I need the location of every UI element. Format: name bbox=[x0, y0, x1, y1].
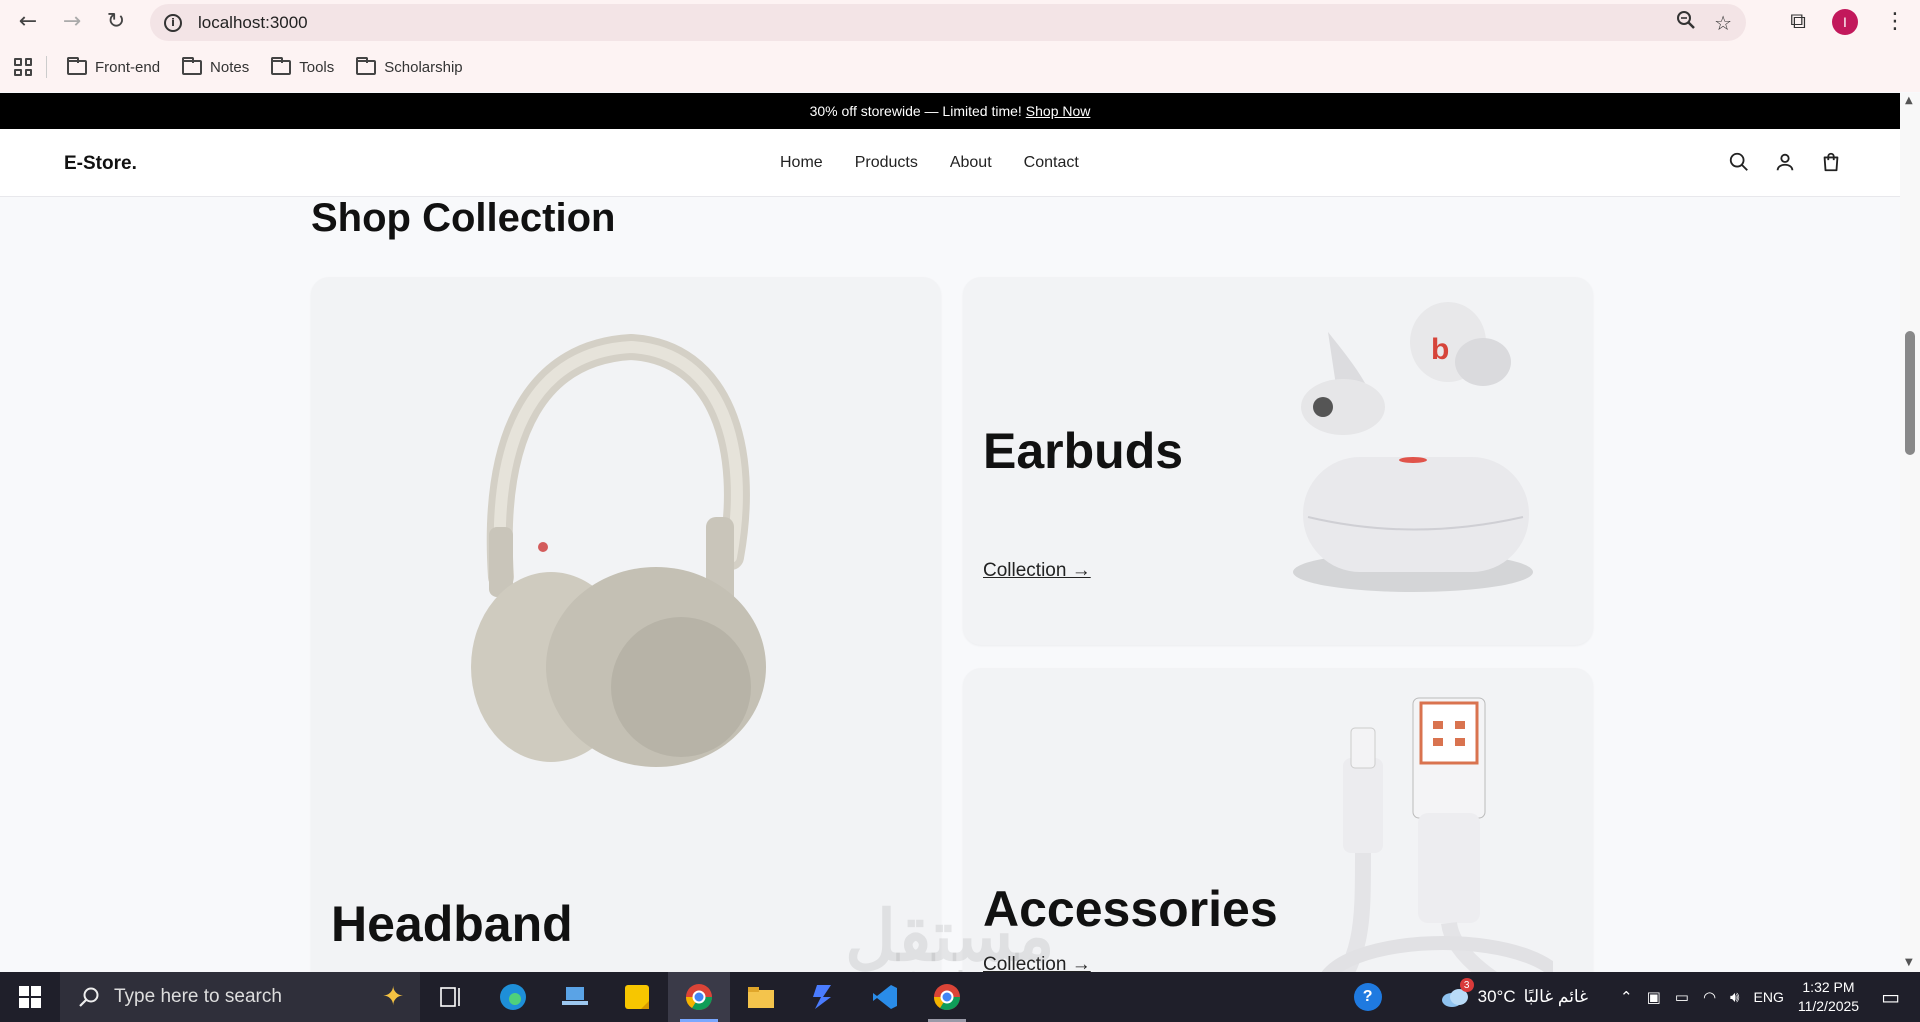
file-explorer-icon[interactable] bbox=[730, 972, 792, 1022]
bookmarks-bar: Front-end Notes Tools Scholarship bbox=[0, 50, 485, 84]
language-indicator[interactable]: ENG bbox=[1754, 989, 1784, 1005]
taskbar-search-placeholder: Type here to search bbox=[114, 986, 282, 1007]
earbuds-image: b bbox=[1293, 302, 1533, 592]
help-icon[interactable]: ? bbox=[1353, 983, 1382, 1011]
bookmark-folder[interactable]: Notes bbox=[182, 56, 250, 76]
edge-icon[interactable] bbox=[482, 972, 544, 1022]
wifi-icon[interactable]: ◠ bbox=[1703, 988, 1716, 1006]
search-icon bbox=[79, 987, 99, 1007]
bookmark-folder[interactable]: Tools bbox=[271, 56, 335, 76]
promo-text: 30% off storewide — Limited time! bbox=[809, 103, 1022, 119]
nav-home[interactable]: Home bbox=[780, 154, 823, 172]
collection-card-accessories[interactable]: Accessories Collection → bbox=[963, 668, 1593, 998]
bookmark-label: Tools bbox=[299, 58, 335, 76]
extensions-icon[interactable]: ⧉ bbox=[1790, 9, 1806, 34]
search-icon[interactable] bbox=[1728, 151, 1750, 173]
cable-image bbox=[1316, 697, 1553, 998]
chrome-profile-icon[interactable] bbox=[916, 972, 978, 1022]
collection-title: Earbuds bbox=[983, 423, 1184, 479]
site-header: E-Store. Home Products About Contact bbox=[0, 129, 1900, 197]
folder-icon bbox=[182, 56, 203, 75]
store-logo[interactable]: E-Store. bbox=[64, 153, 137, 175]
bookmark-folder[interactable]: Scholarship bbox=[356, 56, 463, 76]
bookmark-label: Scholarship bbox=[384, 58, 463, 76]
site-info-icon[interactable]: i bbox=[164, 13, 182, 32]
bookmark-folder[interactable]: Front-end bbox=[67, 56, 161, 76]
chevron-up-icon[interactable]: ⌃ bbox=[1620, 988, 1633, 1006]
weather-badge: 3 bbox=[1459, 978, 1474, 992]
svg-text:b: b bbox=[1431, 333, 1449, 366]
user-icon[interactable] bbox=[1774, 151, 1796, 173]
nav-contact[interactable]: Contact bbox=[1024, 154, 1079, 172]
vscode-icon[interactable] bbox=[854, 972, 916, 1022]
meet-now-icon[interactable]: ▣ bbox=[1647, 988, 1661, 1006]
reload-button[interactable]: ↻ bbox=[94, 0, 138, 43]
back-button[interactable]: ← bbox=[6, 0, 50, 43]
scroll-thumb[interactable] bbox=[1905, 331, 1915, 455]
apps-grid-icon[interactable] bbox=[14, 58, 32, 76]
collection-card-earbuds[interactable]: Earbuds Collection → b bbox=[963, 277, 1593, 645]
bookmark-star-icon[interactable]: ☆ bbox=[1714, 11, 1732, 35]
clock-date: 11/2/2025 bbox=[1797, 998, 1860, 1014]
weather-widget[interactable]: 3 30°C غائم غالبًا bbox=[1440, 978, 1588, 1008]
app-laptop-icon[interactable] bbox=[544, 972, 606, 1022]
page-scrollbar[interactable]: ▲ ▼ bbox=[1900, 93, 1920, 972]
folder-icon bbox=[67, 56, 87, 75]
main-nav: Home Products About Contact bbox=[780, 154, 1079, 172]
header-actions bbox=[1728, 151, 1842, 173]
collection-card-headband[interactable]: Headband bbox=[311, 277, 941, 997]
section-title: Shop Collection bbox=[311, 196, 616, 240]
weather-desc: غائم غالبًا bbox=[1523, 987, 1588, 1006]
browser-chrome: ← → ↻ i localhost:3000 ☆ ⧉ I ⋮ Front-end… bbox=[0, 0, 1920, 92]
nav-about[interactable]: About bbox=[950, 154, 992, 172]
battery-icon[interactable]: ▭ bbox=[1675, 988, 1689, 1006]
notification-icon[interactable]: ▭ bbox=[1881, 985, 1900, 1009]
cart-icon[interactable] bbox=[1820, 151, 1842, 173]
nav-products[interactable]: Products bbox=[855, 154, 918, 172]
start-button[interactable] bbox=[0, 972, 60, 1022]
address-bar[interactable]: i localhost:3000 ☆ bbox=[150, 4, 1746, 41]
folder-icon bbox=[271, 56, 292, 75]
weather-temp: 30°C bbox=[1477, 987, 1516, 1006]
power-automate-icon[interactable] bbox=[792, 972, 854, 1022]
windows-logo-icon bbox=[19, 986, 41, 1008]
bookmark-label: Front-end bbox=[95, 58, 161, 76]
bookmarks-separator bbox=[46, 56, 47, 78]
windows-taskbar: Type here to search ✦ ? 3 30°C غائم غالب… bbox=[0, 972, 1920, 1022]
volume-icon[interactable]: 🔊︎ bbox=[1730, 988, 1739, 1006]
chrome-icon[interactable] bbox=[668, 972, 730, 1022]
bookmark-label: Notes bbox=[210, 58, 250, 76]
menu-kebab-icon[interactable]: ⋮ bbox=[1884, 9, 1906, 34]
clock[interactable]: 1:32 PM 11/2/2025 bbox=[1798, 978, 1859, 1016]
scroll-up-arrow-icon[interactable]: ▲ bbox=[1905, 95, 1913, 106]
taskbar-search[interactable]: Type here to search ✦ bbox=[60, 972, 420, 1022]
headphones-image bbox=[471, 333, 766, 767]
sticky-notes-icon[interactable] bbox=[606, 972, 668, 1022]
collection-link[interactable]: Collection → bbox=[983, 560, 1091, 582]
zoom-icon[interactable] bbox=[1676, 10, 1696, 35]
shop-now-link[interactable]: Shop Now bbox=[1026, 103, 1091, 119]
folder-icon bbox=[356, 56, 377, 75]
task-view-icon[interactable] bbox=[420, 972, 482, 1022]
collection-title: Headband bbox=[331, 896, 573, 952]
forward-button[interactable]: → bbox=[50, 0, 94, 43]
scroll-down-arrow-icon[interactable]: ▼ bbox=[1905, 957, 1913, 968]
system-tray: ? 3 30°C غائم غالبًا ⌃ ▣ ▭ ◠ 🔊︎ ENG 1:32… bbox=[1353, 972, 1920, 1022]
sparkle-icon: ✦ bbox=[382, 982, 404, 1012]
clock-time: 1:32 PM bbox=[1802, 979, 1855, 995]
url-text[interactable]: localhost:3000 bbox=[198, 13, 308, 33]
promo-banner: 30% off storewide — Limited time! Shop N… bbox=[0, 93, 1900, 129]
profile-avatar[interactable]: I bbox=[1832, 8, 1858, 35]
